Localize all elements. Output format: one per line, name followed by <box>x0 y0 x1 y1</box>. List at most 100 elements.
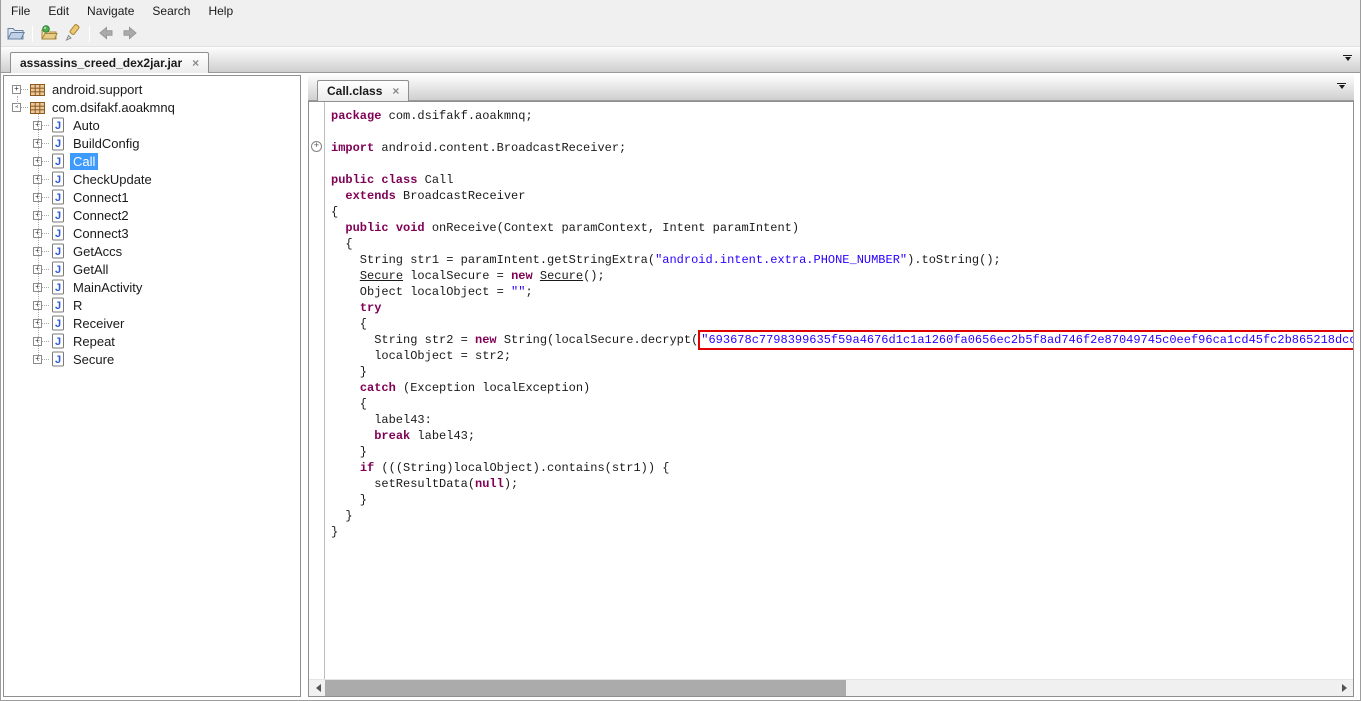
code-line: try <box>331 300 1353 316</box>
open-type-button[interactable] <box>37 23 61 45</box>
code-token: String(localSecure.decrypt( <box>497 333 699 347</box>
tree-item-label: GetAll <box>70 261 111 278</box>
tree-item[interactable]: -com.dsifakf.aoakmnq <box>4 98 300 116</box>
code-line: public class Call <box>331 172 1353 188</box>
tree-item-label: Repeat <box>70 333 118 350</box>
code-line: Secure localSecure = new Secure(); <box>331 268 1353 284</box>
class-tab-label: Call.class <box>327 84 382 98</box>
code-token: (); <box>583 269 605 283</box>
java-class-icon: J <box>50 243 66 259</box>
tree-connector <box>17 96 18 108</box>
code-line: label43: <box>331 412 1353 428</box>
scrollbar-track[interactable] <box>846 680 1337 696</box>
code-token: { <box>331 237 353 251</box>
code-token: } <box>331 493 367 507</box>
tree-item[interactable]: +JSecure <box>4 350 300 368</box>
tree-item[interactable]: +JReceiver <box>4 314 300 332</box>
code-token: ); <box>504 477 518 491</box>
tree-item[interactable]: +JConnect3 <box>4 224 300 242</box>
svg-text:J: J <box>55 318 61 330</box>
tree-items: +android.support-com.dsifakf.aoakmnq+JAu… <box>4 80 300 368</box>
code-line: if (((String)localObject).contains(str1)… <box>331 460 1353 476</box>
tree-connector <box>42 179 49 180</box>
java-class-icon: J <box>50 225 66 241</box>
forward-button[interactable] <box>118 23 142 45</box>
right-arrow-icon <box>1342 684 1351 692</box>
svg-text:J: J <box>55 138 61 150</box>
tree-item[interactable]: +JGetAccs <box>4 242 300 260</box>
jar-tab[interactable]: assassins_creed_dex2jar.jar× <box>10 52 209 73</box>
tree-item[interactable]: +JConnect1 <box>4 188 300 206</box>
class-tab[interactable]: Call.class × <box>317 80 409 101</box>
code-line: } <box>331 508 1353 524</box>
back-icon <box>97 24 115 45</box>
menu-edit[interactable]: Edit <box>39 1 78 21</box>
code-token: { <box>331 205 338 219</box>
fold-expand-icon[interactable]: + <box>311 141 322 152</box>
menu-help[interactable]: Help <box>199 1 242 21</box>
code-token <box>331 157 338 171</box>
tree-item-label: BuildConfig <box>70 135 143 152</box>
tree-expander-icon[interactable]: + <box>12 85 21 94</box>
scroll-left-button[interactable] <box>309 680 325 696</box>
open-file-button[interactable] <box>4 23 28 45</box>
code-token: localObject = str2; <box>331 349 511 363</box>
decompiled-source-view[interactable]: package com.dsifakf.aoakmnq; import andr… <box>325 102 1353 679</box>
code-token: { <box>331 397 367 411</box>
tree-connector <box>42 233 49 234</box>
svg-text:J: J <box>55 192 61 204</box>
code-token: { <box>331 317 367 331</box>
menu-search[interactable]: Search <box>143 1 199 21</box>
java-class-icon: J <box>50 351 66 367</box>
code-token: (Exception localException) <box>396 381 590 395</box>
svg-text:J: J <box>55 300 61 312</box>
code-line: public void onReceive(Context paramConte… <box>331 220 1353 236</box>
keyword-token: package <box>331 109 381 123</box>
code-token: } <box>331 445 367 459</box>
tree-item[interactable]: +JCheckUpdate <box>4 170 300 188</box>
tree-item[interactable]: +JCall <box>4 152 300 170</box>
tree-item[interactable]: +JGetAll <box>4 260 300 278</box>
horizontal-scrollbar[interactable] <box>309 679 1353 696</box>
tab-close-icon[interactable]: × <box>392 86 399 96</box>
code-line: break label43; <box>331 428 1353 444</box>
tree-item[interactable]: +android.support <box>4 80 300 98</box>
code-token: ).toString(); <box>907 253 1001 267</box>
code-line: } <box>331 364 1353 380</box>
search-button[interactable] <box>61 23 85 45</box>
code-token <box>331 189 345 203</box>
tree-item[interactable]: +JBuildConfig <box>4 134 300 152</box>
code-token: } <box>331 525 338 539</box>
package-tree-panel[interactable]: +android.support-com.dsifakf.aoakmnq+JAu… <box>3 75 301 697</box>
code-panel: Call.class × + package com.dsifakf.aoakmn… <box>308 75 1354 697</box>
package-icon <box>29 99 45 115</box>
code-token: com.dsifakf.aoakmnq; <box>381 109 532 123</box>
type-link[interactable]: Secure <box>360 269 403 283</box>
code-line <box>331 124 1353 140</box>
tree-item[interactable]: +JRepeat <box>4 332 300 350</box>
back-button[interactable] <box>94 23 118 45</box>
tree-item-label: CheckUpdate <box>70 171 155 188</box>
scrollbar-thumb[interactable] <box>325 680 846 696</box>
tree-item-label: Connect1 <box>70 189 132 206</box>
tree-item[interactable]: +JMainActivity <box>4 278 300 296</box>
svg-text:J: J <box>55 246 61 258</box>
tab-close-icon[interactable]: × <box>192 58 199 68</box>
editor-gutter: + <box>309 102 325 679</box>
keyword-token: if <box>360 461 374 475</box>
tree-item-label: Receiver <box>70 315 127 332</box>
scroll-right-button[interactable] <box>1337 680 1353 696</box>
code-token: ; <box>525 285 532 299</box>
code-token: String str2 = <box>331 333 475 347</box>
menu-navigate[interactable]: Navigate <box>78 1 143 21</box>
tab-list-dropdown-icon[interactable] <box>1336 83 1347 92</box>
tree-item-label: MainActivity <box>70 279 145 296</box>
code-token: } <box>331 509 353 523</box>
tree-item[interactable]: +JR <box>4 296 300 314</box>
menu-file[interactable]: File <box>2 1 39 21</box>
tab-list-dropdown-icon[interactable] <box>1342 55 1353 64</box>
type-link[interactable]: Secure <box>540 269 583 283</box>
tree-connector <box>42 215 49 216</box>
tree-item[interactable]: +JConnect2 <box>4 206 300 224</box>
tree-item[interactable]: +JAuto <box>4 116 300 134</box>
